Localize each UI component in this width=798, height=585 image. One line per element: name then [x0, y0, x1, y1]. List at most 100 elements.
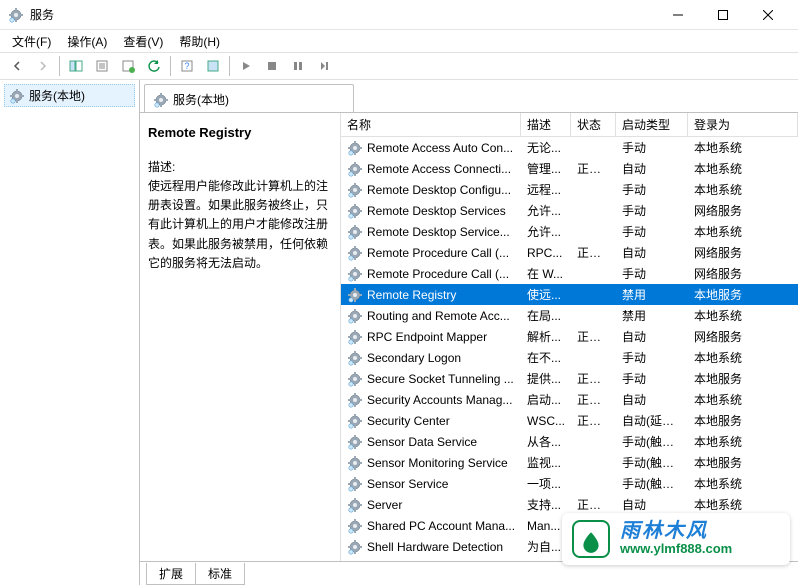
tab-services-local[interactable]: 服务(本地) — [144, 84, 354, 112]
help-button[interactable]: ? — [175, 54, 199, 78]
tabhead-label: 服务(本地) — [173, 91, 229, 108]
service-icon — [347, 161, 363, 177]
service-logon: 本地系统 — [688, 307, 798, 324]
service-row[interactable]: Remote Desktop Configu...远程...手动本地系统 — [341, 179, 798, 200]
service-desc: WSC... — [521, 414, 571, 428]
back-button[interactable] — [5, 54, 29, 78]
tab-standard[interactable]: 标准 — [195, 563, 245, 585]
service-startup: 手动 — [616, 223, 688, 240]
restart-button[interactable] — [312, 54, 336, 78]
service-logon: 本地系统 — [688, 496, 798, 513]
window-title: 服务 — [30, 6, 655, 23]
service-icon — [347, 434, 363, 450]
forward-button[interactable] — [31, 54, 55, 78]
col-logon[interactable]: 登录为 — [688, 113, 798, 136]
service-status: 正在... — [571, 160, 616, 177]
service-row[interactable]: RPC Endpoint Mapper解析...正在...自动网络服务 — [341, 326, 798, 347]
watermark-url: www.ylmf888.com — [620, 541, 732, 557]
view-button[interactable] — [201, 54, 225, 78]
service-status: 正在... — [571, 412, 616, 429]
service-startup: 自动 — [616, 244, 688, 261]
start-button[interactable] — [234, 54, 258, 78]
service-startup: 手动(触发... — [616, 475, 688, 492]
close-button[interactable] — [745, 1, 790, 29]
service-name: Shared PC Account Mana... — [367, 519, 515, 533]
menubar: 文件(F) 操作(A) 查看(V) 帮助(H) — [0, 30, 798, 52]
service-name: Remote Procedure Call (... — [367, 267, 509, 281]
service-row[interactable]: Routing and Remote Acc...在局...禁用本地系统 — [341, 305, 798, 326]
col-startup[interactable]: 启动类型 — [616, 113, 688, 136]
service-desc: 解析... — [521, 328, 571, 345]
properties-button[interactable] — [90, 54, 114, 78]
stop-button[interactable] — [260, 54, 284, 78]
menu-action[interactable]: 操作(A) — [59, 31, 115, 52]
service-name: Routing and Remote Acc... — [367, 309, 510, 323]
minimize-button[interactable] — [655, 1, 700, 29]
service-desc: 使远... — [521, 286, 571, 303]
service-status: 正在... — [571, 244, 616, 261]
service-icon — [347, 539, 363, 555]
service-desc: 在不... — [521, 349, 571, 366]
service-row[interactable]: Remote Access Connecti...管理...正在...自动本地系… — [341, 158, 798, 179]
menu-help[interactable]: 帮助(H) — [171, 31, 228, 52]
service-desc: 一项... — [521, 475, 571, 492]
service-startup: 手动(触发... — [616, 433, 688, 450]
service-icon — [347, 224, 363, 240]
service-desc: 启动... — [521, 391, 571, 408]
svg-text:?: ? — [184, 61, 189, 71]
service-status: 正在... — [571, 370, 616, 387]
service-status: 正在... — [571, 328, 616, 345]
tab-extended[interactable]: 扩展 — [146, 563, 195, 585]
rows-container[interactable]: Remote Access Auto Con...无论...手动本地系统Remo… — [341, 137, 798, 561]
sidebar-item-services-local[interactable]: 服务(本地) — [4, 84, 135, 107]
maximize-button[interactable] — [700, 1, 745, 29]
service-name: Remote Access Auto Con... — [367, 141, 513, 155]
service-row[interactable]: Remote Desktop Service...允许...手动本地系统 — [341, 221, 798, 242]
service-row[interactable]: Sensor Service一项...手动(触发...本地系统 — [341, 473, 798, 494]
refresh-button[interactable] — [142, 54, 166, 78]
service-logon: 网络服务 — [688, 265, 798, 282]
service-desc: 允许... — [521, 223, 571, 240]
export-button[interactable] — [116, 54, 140, 78]
service-icon — [347, 308, 363, 324]
service-name: Remote Procedure Call (... — [367, 246, 509, 260]
service-list: 名称 描述 状态 启动类型 登录为 Remote Access Auto Con… — [340, 113, 798, 561]
service-row[interactable]: Remote Procedure Call (...在 W...手动网络服务 — [341, 263, 798, 284]
service-startup: 自动 — [616, 328, 688, 345]
col-desc[interactable]: 描述 — [521, 113, 571, 136]
col-name[interactable]: 名称 — [341, 113, 521, 136]
menu-view[interactable]: 查看(V) — [115, 31, 171, 52]
service-row[interactable]: Secondary Logon在不...手动本地系统 — [341, 347, 798, 368]
service-startup: 手动 — [616, 265, 688, 282]
service-row[interactable]: Remote Desktop Services允许...手动网络服务 — [341, 200, 798, 221]
menu-file[interactable]: 文件(F) — [4, 31, 59, 52]
service-icon — [347, 476, 363, 492]
service-row[interactable]: Server支持...正在...自动本地系统 — [341, 494, 798, 515]
service-logon: 网络服务 — [688, 328, 798, 345]
watermark-text: 雨林木风 — [620, 521, 732, 541]
service-icon — [347, 350, 363, 366]
service-name: Remote Access Connecti... — [367, 162, 511, 176]
service-row[interactable]: Remote Procedure Call (...RPC...正在...自动网… — [341, 242, 798, 263]
service-logon: 本地服务 — [688, 412, 798, 429]
service-row[interactable]: Sensor Data Service从各...手动(触发...本地系统 — [341, 431, 798, 452]
service-row[interactable]: Security CenterWSC...正在...自动(延迟...本地服务 — [341, 410, 798, 431]
watermark-logo-icon — [572, 520, 610, 558]
service-row[interactable]: Remote Registry使远...禁用本地服务 — [341, 284, 798, 305]
show-hide-console-button[interactable] — [64, 54, 88, 78]
service-status: 正在... — [571, 496, 616, 513]
service-row[interactable]: Security Accounts Manag...启动...正在...自动本地… — [341, 389, 798, 410]
pause-button[interactable] — [286, 54, 310, 78]
service-startup: 手动(触发... — [616, 454, 688, 471]
service-desc: 提供... — [521, 370, 571, 387]
service-row[interactable]: Remote Access Auto Con...无论...手动本地系统 — [341, 137, 798, 158]
service-logon: 本地服务 — [688, 454, 798, 471]
service-startup: 手动 — [616, 349, 688, 366]
list-header: 名称 描述 状态 启动类型 登录为 — [341, 113, 798, 137]
service-icon — [347, 497, 363, 513]
service-row[interactable]: Secure Socket Tunneling ...提供...正在...手动本… — [341, 368, 798, 389]
service-logon: 本地服务 — [688, 286, 798, 303]
service-name: Remote Registry — [367, 288, 456, 302]
service-row[interactable]: Sensor Monitoring Service监视...手动(触发...本地… — [341, 452, 798, 473]
col-status[interactable]: 状态 — [571, 113, 616, 136]
